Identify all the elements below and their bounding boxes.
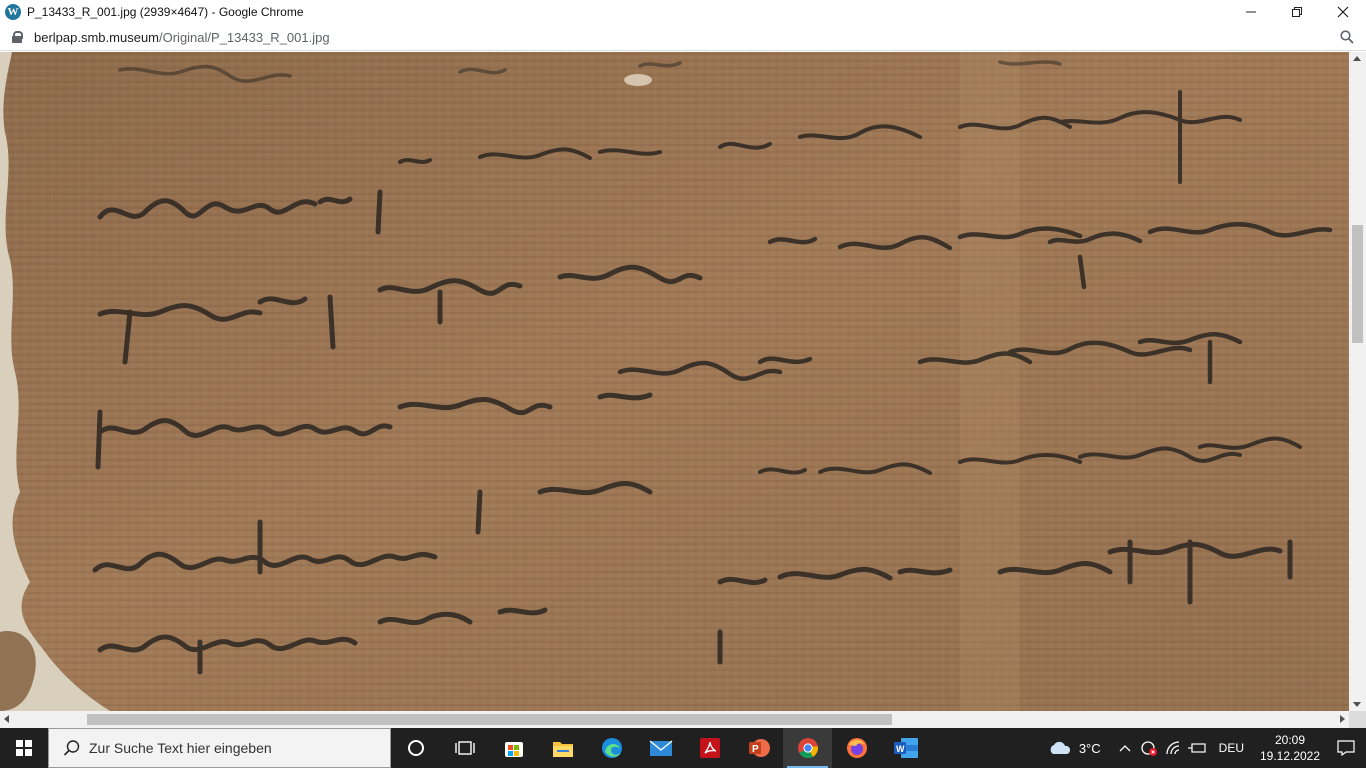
start-button[interactable] [0,728,48,768]
cortana-icon [407,740,424,756]
close-icon [1337,6,1349,18]
word-icon: W [893,738,918,758]
chevron-up-icon [1119,745,1131,752]
vertical-scroll-thumb[interactable] [1352,225,1363,343]
network-error-button[interactable] [1137,740,1161,756]
word-button[interactable]: W [881,728,930,768]
restore-button[interactable] [1274,0,1320,24]
mail-button[interactable] [636,728,685,768]
wordpress-icon: W [5,4,21,20]
firefox-icon [846,738,867,758]
window-controls [1228,0,1366,24]
edge-button[interactable] [587,728,636,768]
image-viewport[interactable] [0,52,1349,711]
microsoft-store-icon [504,742,523,757]
mail-icon [649,740,672,756]
minimize-icon [1246,11,1256,13]
acrobat-icon [699,738,720,758]
scroll-left-icon[interactable] [4,715,9,723]
edge-icon [601,738,622,758]
url-text[interactable]: berlpap.smb.museum/Original/P_13433_R_00… [34,30,330,45]
zoom-icon[interactable] [1340,30,1354,44]
wifi-button[interactable] [1161,741,1185,755]
system-tray: 3°C DEU 20:09 19.12.2022 [1047,728,1366,768]
notification-center-button[interactable] [1326,728,1366,768]
windows-logo-icon [16,740,32,756]
file-explorer-icon [552,742,573,757]
scroll-right-icon[interactable] [1340,715,1345,723]
powerpoint-button[interactable]: P [734,728,783,768]
input-language[interactable]: DEU [1219,741,1244,755]
scrollbar-corner [1349,711,1366,728]
taskbar: Zur Suche Text hier eingeben P W 3°C DEU… [0,728,1366,768]
scroll-down-icon[interactable] [1353,702,1361,707]
file-explorer-button[interactable] [538,728,587,768]
horizontal-scrollbar[interactable] [0,711,1349,728]
chrome-icon [797,738,818,759]
network-error-icon [1141,741,1157,756]
taskbar-search[interactable]: Zur Suche Text hier eingeben [48,728,391,768]
close-button[interactable] [1320,0,1366,24]
window-title: P_13433_R_001.jpg (2939×4647) - Google C… [27,5,304,19]
search-placeholder: Zur Suche Text hier eingeben [89,740,272,756]
battery-plug-icon [1187,743,1206,753]
battery-button[interactable] [1185,742,1209,754]
notification-icon [1337,740,1355,756]
firefox-button[interactable] [832,728,881,768]
acrobat-button[interactable] [685,728,734,768]
cortana-button[interactable] [391,728,440,768]
title-bar: W P_13433_R_001.jpg (2939×4647) - Google… [0,0,1366,24]
powerpoint-icon: P [748,739,770,757]
clock-time: 20:09 [1274,733,1306,747]
search-icon [63,740,80,756]
vertical-scrollbar[interactable] [1349,52,1366,711]
horizontal-scroll-thumb[interactable] [87,714,892,725]
store-button[interactable] [489,728,538,768]
lock-icon[interactable] [12,31,23,43]
address-bar[interactable]: berlpap.smb.museum/Original/P_13433_R_00… [0,24,1366,51]
weather-cloud-icon[interactable] [1047,740,1073,756]
clock-date: 19.12.2022 [1259,749,1321,763]
svg-text:P: P [752,744,759,755]
url-domain: berlpap.smb.museum [34,29,159,45]
minimize-button[interactable] [1228,0,1274,24]
papyrus-image [0,52,1349,711]
weather-temperature[interactable]: 3°C [1079,741,1101,756]
task-view-icon [454,741,475,755]
show-hidden-icons-button[interactable] [1113,744,1137,752]
url-path: /Original/P_13433_R_001.jpg [159,29,330,45]
restore-icon [1292,7,1302,17]
task-view-button[interactable] [440,728,489,768]
chrome-button[interactable] [783,728,832,768]
svg-text:W: W [896,744,905,754]
scroll-up-icon[interactable] [1353,56,1361,61]
clock[interactable]: 20:09 19.12.2022 [1254,732,1326,764]
wifi-icon [1166,741,1179,755]
